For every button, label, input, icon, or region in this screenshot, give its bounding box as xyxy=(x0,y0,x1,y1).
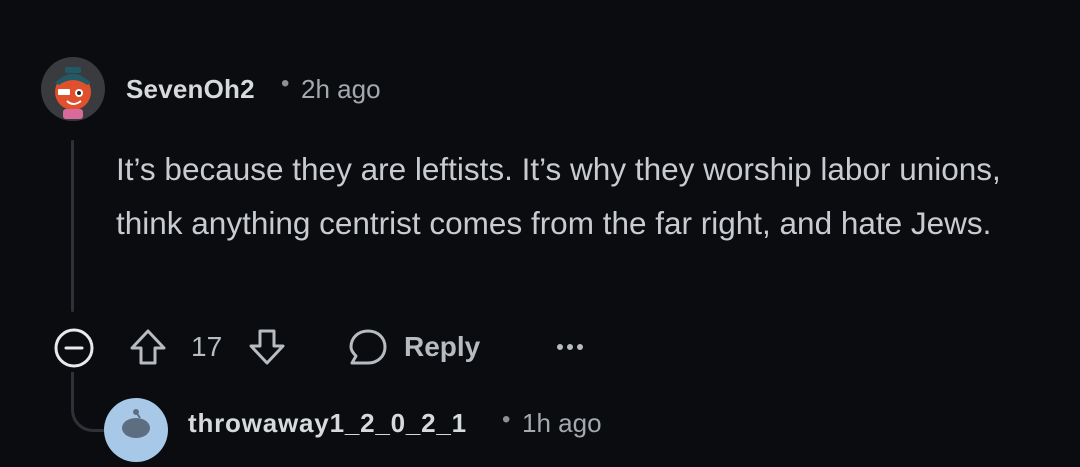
thread-line[interactable] xyxy=(71,140,74,312)
reply-button[interactable]: Reply xyxy=(346,325,480,369)
comment-timestamp: 2h ago xyxy=(301,74,381,104)
more-options-button[interactable] xyxy=(555,340,585,354)
upvote-arrow-icon xyxy=(130,329,166,365)
downvote-arrow-icon xyxy=(249,329,285,365)
child-user-avatar[interactable] xyxy=(104,398,168,462)
vote-count: 17 xyxy=(191,331,223,362)
comment-username[interactable]: SevenOh2 xyxy=(126,74,255,105)
speech-bubble-icon xyxy=(349,329,387,365)
downvote-button[interactable] xyxy=(247,327,287,367)
collapse-minus-icon xyxy=(54,328,94,368)
child-comment-timestamp: 1h ago xyxy=(522,408,602,438)
user-avatar[interactable] xyxy=(41,57,105,121)
snoo-avatar-icon xyxy=(104,398,168,462)
more-dots-icon xyxy=(557,344,583,350)
comment-body: It’s because they are leftists. It’s why… xyxy=(116,151,1001,241)
reply-label: Reply xyxy=(404,331,481,362)
collapse-button[interactable] xyxy=(52,326,96,370)
upvote-button[interactable] xyxy=(128,327,168,367)
child-comment-username[interactable]: throwaway1_2_0_2_1 xyxy=(188,408,467,439)
meta-separator: • xyxy=(281,70,290,97)
avatar-icon xyxy=(41,57,105,121)
